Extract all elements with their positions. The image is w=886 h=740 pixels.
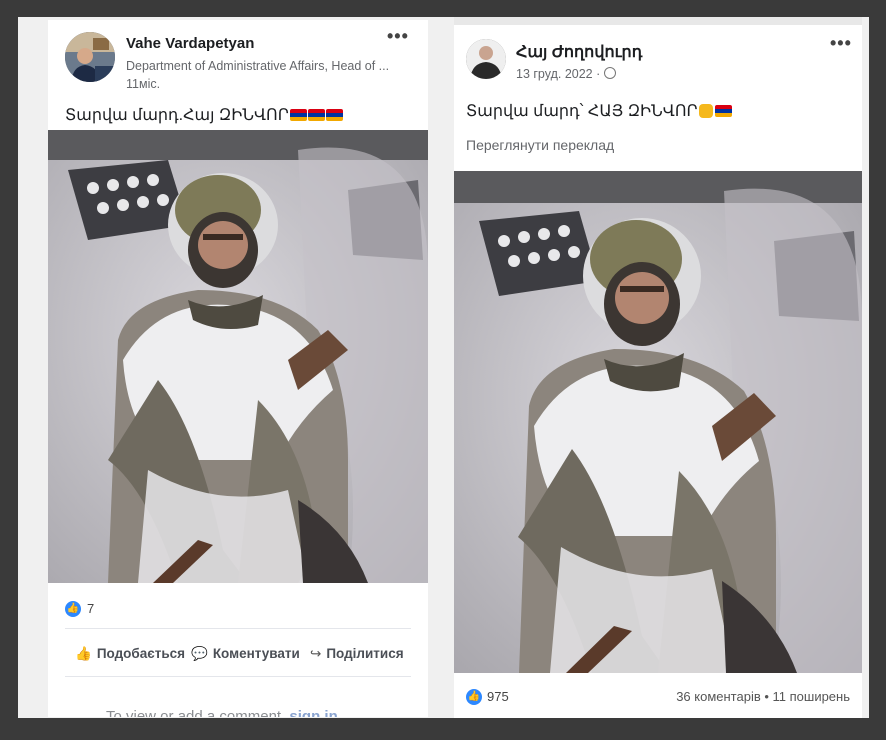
page-avatar[interactable] [466, 39, 506, 79]
sign-in-link[interactable]: sign in [289, 708, 337, 717]
comment-prompt-text: To view or add a comment, [106, 708, 290, 717]
like-reaction-icon[interactable]: 👍 [466, 689, 482, 705]
like-button-label: Подобається [96, 646, 185, 661]
post-text-content: Տարվա մարդ՝ ՀԱՅ ԶԻՆՎՈՐ [466, 103, 698, 120]
globe-icon [603, 67, 616, 79]
left-post-card: Vahe Vardapetyan Department of Administr… [48, 20, 428, 717]
like-reaction-icon[interactable]: 👍 [65, 601, 81, 617]
comments-shares-count[interactable]: 36 коментарів • 11 поширень [676, 689, 850, 704]
divider [65, 676, 411, 677]
comment-bubble-icon: 💬 [191, 646, 208, 661]
raised-fist-emoji-icon [698, 104, 713, 118]
more-options-icon[interactable]: ••• [387, 26, 409, 47]
right-post-card: Հայ Ժողովուրդ 13 груд. 2022 · ••• Տարվա … [454, 17, 862, 718]
share-button-label: Поділитися [326, 646, 404, 661]
post-text-content: Տարվա մարդ.Հայ ԶԻՆՎՈՐ [65, 107, 289, 124]
post-author-name[interactable]: Vahe Vardapetyan [126, 35, 254, 52]
armenian-flag-icon [325, 109, 343, 121]
like-button[interactable]: 👍 Подобається [75, 646, 185, 662]
comment-signin-prompt: To view or add a comment, sign in [106, 708, 338, 717]
post-date[interactable]: 13 груд. 2022 · [516, 67, 616, 81]
comparison-frame: Vahe Vardapetyan Department of Administr… [18, 17, 869, 718]
armenian-flag-icon [289, 109, 307, 121]
post-text: Տարվա մարդ.Հայ ԶԻՆՎՈՐ [65, 105, 343, 125]
post-author-subtitle: Department of Administrative Affairs, He… [126, 59, 390, 73]
armenian-flag-icon [307, 109, 325, 121]
more-options-icon[interactable]: ••• [830, 33, 852, 54]
share-arrow-icon: ↪ [310, 646, 322, 661]
comment-button[interactable]: 💬 Коментувати [191, 646, 300, 662]
comment-button-label: Коментувати [212, 646, 300, 661]
top-strip [454, 17, 862, 25]
divider [65, 628, 411, 629]
like-count[interactable]: 7 [87, 601, 94, 616]
like-count[interactable]: 975 [487, 689, 509, 704]
post-photo[interactable] [454, 171, 862, 673]
thumbs-up-icon: 👍 [75, 646, 92, 661]
see-translation-link[interactable]: Переглянути переклад [466, 137, 614, 153]
post-text: Տարվա մարդ՝ ՀԱՅ ԶԻՆՎՈՐ [466, 101, 732, 121]
share-button[interactable]: ↪ Поділитися [310, 646, 404, 662]
page-name[interactable]: Հայ Ժողովուրդ [516, 42, 642, 62]
post-photo[interactable] [48, 130, 428, 583]
author-avatar[interactable] [65, 32, 115, 82]
post-date-text: 13 груд. 2022 · [516, 67, 601, 81]
armenian-flag-icon [714, 105, 732, 117]
post-timestamp[interactable]: 11міс. [126, 77, 160, 91]
